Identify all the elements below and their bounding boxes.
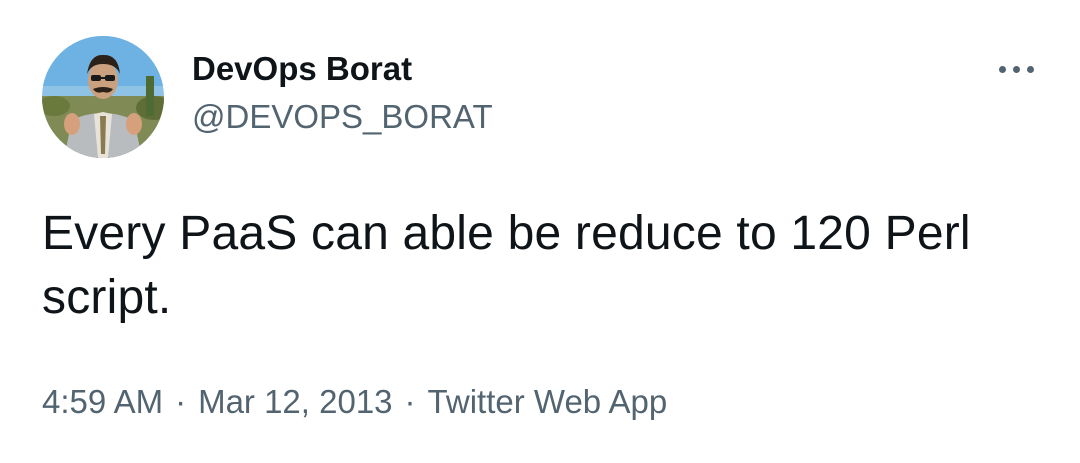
- more-dot: [1013, 66, 1020, 73]
- tweet-card: DevOps Borat @DEVOPS_BORAT Every PaaS ca…: [0, 0, 1080, 463]
- tweet-text: Every PaaS can able be reduce to 120 Per…: [42, 207, 971, 324]
- tweet-time[interactable]: 4:59 AM: [42, 383, 163, 420]
- tweet-meta: 4:59 AM · Mar 12, 2013 · Twitter Web App: [42, 382, 667, 422]
- more-dot: [999, 66, 1006, 73]
- author-identity: DevOps Borat @DEVOPS_BORAT: [192, 50, 493, 136]
- tweet-date[interactable]: Mar 12, 2013: [198, 383, 392, 420]
- meta-separator: ·: [404, 383, 416, 420]
- avatar[interactable]: [42, 36, 164, 158]
- avatar-photo: [42, 36, 164, 158]
- meta-separator: ·: [175, 383, 187, 420]
- tweet-header: DevOps Borat @DEVOPS_BORAT: [42, 36, 1042, 160]
- handle[interactable]: @DEVOPS_BORAT: [192, 98, 493, 136]
- tweet-source[interactable]: Twitter Web App: [428, 383, 668, 420]
- display-name[interactable]: DevOps Borat: [192, 50, 493, 88]
- more-dot: [1027, 66, 1034, 73]
- more-horizontal-icon[interactable]: [997, 58, 1037, 82]
